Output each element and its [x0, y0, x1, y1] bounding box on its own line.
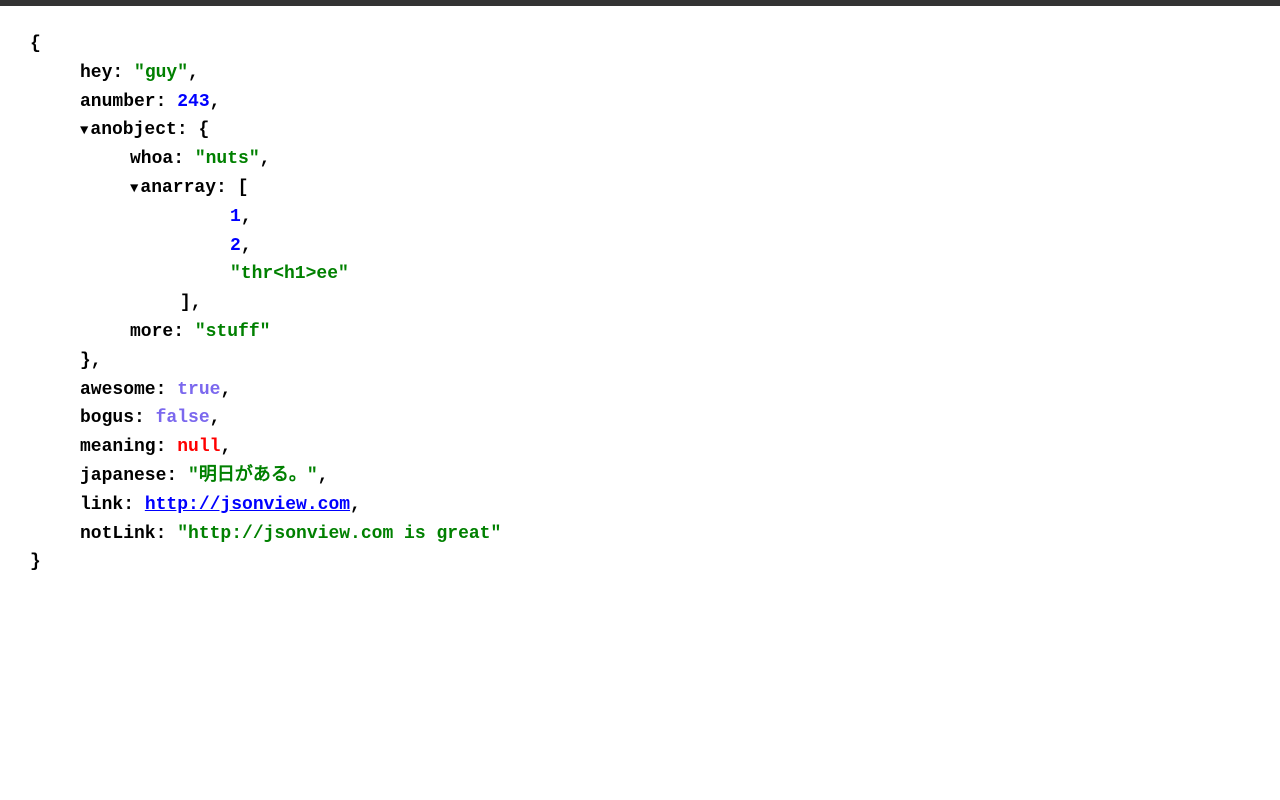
value-anumber: 243	[177, 88, 209, 117]
close-brace: }	[30, 548, 41, 577]
key-awesome: awesome:	[80, 376, 177, 405]
key-more: more:	[130, 318, 195, 347]
key-anarray: anarray:	[140, 174, 237, 203]
open-brace-line: {	[30, 30, 1250, 59]
array-value-1: 2	[230, 232, 241, 261]
field-anumber: anumber: 243,	[80, 88, 1250, 117]
array-item-0: 1,	[230, 203, 1250, 232]
value-bogus: false	[156, 404, 210, 433]
array-item-2: "thr<h1>ee"	[230, 260, 1250, 289]
key-whoa: whoa:	[130, 145, 195, 174]
json-viewer: { hey: "guy", anumber: 243, ▼ anobject: …	[30, 20, 1250, 577]
key-hey: hey:	[80, 59, 134, 88]
key-notlink: notLink:	[80, 520, 177, 549]
key-japanese: japanese:	[80, 462, 188, 491]
anobject-close: },	[80, 347, 1250, 376]
field-anobject-header: ▼ anobject: {	[80, 116, 1250, 145]
open-brace: {	[30, 30, 41, 59]
value-notlink: "http://jsonview.com is great"	[177, 520, 501, 549]
field-more: more: "stuff"	[130, 318, 1250, 347]
key-link: link:	[80, 491, 145, 520]
value-awesome: true	[177, 376, 220, 405]
value-japanese: "明日がある。"	[188, 462, 318, 491]
array-item-1: 2,	[230, 232, 1250, 261]
key-bogus: bogus:	[80, 404, 156, 433]
value-link[interactable]: http://jsonview.com	[145, 491, 350, 520]
array-value-0: 1	[230, 203, 241, 232]
field-anarray-header: ▼ anarray: [	[130, 174, 1250, 203]
field-awesome: awesome: true,	[80, 376, 1250, 405]
value-whoa: "nuts"	[195, 145, 260, 174]
value-more: "stuff"	[195, 318, 271, 347]
field-notlink: notLink: "http://jsonview.com is great"	[80, 520, 1250, 549]
key-anobject: anobject:	[90, 116, 198, 145]
key-meaning: meaning:	[80, 433, 177, 462]
close-brace-line: }	[30, 548, 1250, 577]
field-link: link: http://jsonview.com,	[80, 491, 1250, 520]
field-bogus: bogus: false,	[80, 404, 1250, 433]
anobject-collapse-arrow[interactable]: ▼	[80, 120, 88, 142]
array-value-2: "thr<h1>ee"	[230, 260, 349, 289]
anarray-collapse-arrow[interactable]: ▼	[130, 178, 138, 200]
key-anumber: anumber:	[80, 88, 177, 117]
field-japanese: japanese: "明日がある。",	[80, 462, 1250, 491]
value-hey: "guy"	[134, 59, 188, 88]
value-meaning: null	[177, 433, 220, 462]
top-border	[0, 0, 1280, 6]
field-whoa: whoa: "nuts",	[130, 145, 1250, 174]
anarray-close: ],	[180, 289, 1250, 318]
field-meaning: meaning: null,	[80, 433, 1250, 462]
field-hey: hey: "guy",	[80, 59, 1250, 88]
